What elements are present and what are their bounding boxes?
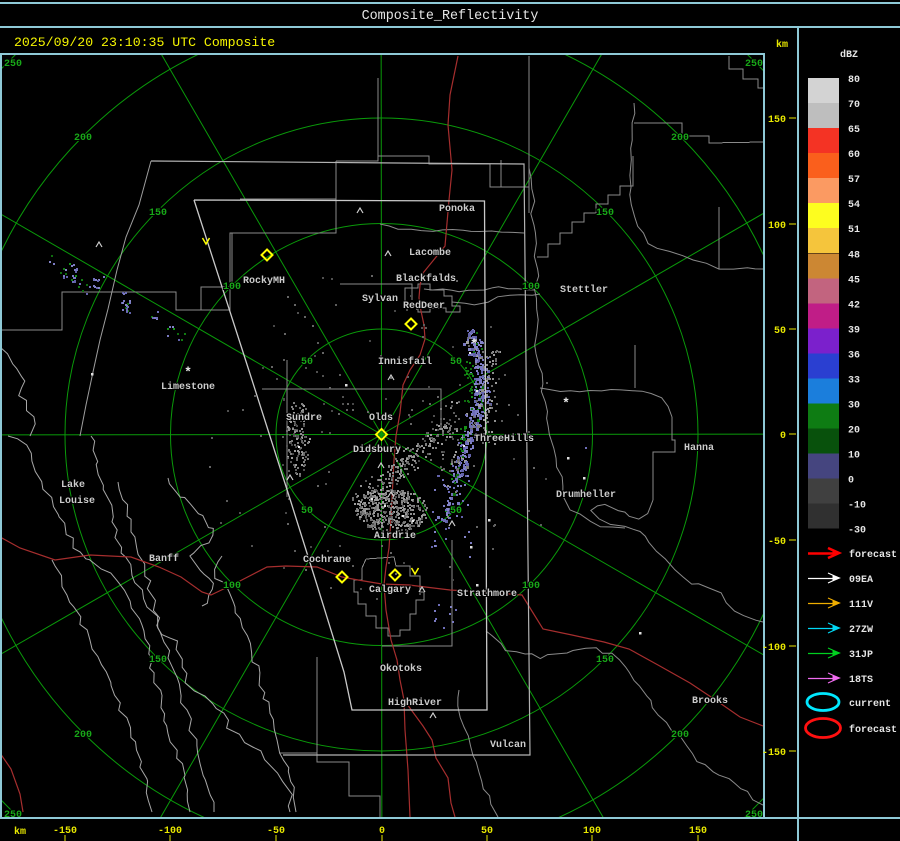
svg-text:current: current (849, 699, 891, 710)
svg-text:Banff: Banff (149, 553, 179, 565)
svg-text:km: km (14, 826, 26, 838)
svg-text:200: 200 (74, 730, 92, 741)
svg-text:km: km (776, 39, 788, 51)
svg-text:-50: -50 (768, 537, 786, 548)
svg-text:100: 100 (223, 581, 241, 592)
svg-text:100: 100 (768, 221, 786, 232)
svg-text:48: 48 (848, 250, 860, 261)
svg-text:Didsbury: Didsbury (353, 444, 401, 456)
svg-text:Calgary: Calgary (369, 584, 411, 596)
svg-text:45: 45 (848, 275, 860, 286)
svg-text:Limestone: Limestone (161, 381, 215, 393)
svg-text:-10: -10 (848, 501, 866, 512)
svg-text:Brooks: Brooks (692, 695, 728, 707)
svg-text:50: 50 (450, 506, 462, 517)
svg-text:-100: -100 (762, 643, 786, 654)
svg-text:42: 42 (848, 300, 860, 311)
svg-text:200: 200 (671, 133, 689, 144)
svg-text:*: * (184, 365, 192, 380)
svg-text:Ponoka: Ponoka (439, 203, 475, 215)
svg-text:Sylvan: Sylvan (362, 293, 398, 305)
svg-text:70: 70 (848, 100, 860, 111)
svg-text:*: * (562, 396, 570, 411)
svg-text:57: 57 (848, 175, 860, 186)
svg-text:100: 100 (223, 282, 241, 293)
svg-text:Stettler: Stettler (560, 284, 608, 296)
svg-text:200: 200 (671, 730, 689, 741)
svg-text:65: 65 (848, 125, 860, 136)
svg-text:33: 33 (848, 376, 860, 387)
svg-text:*: * (470, 337, 478, 352)
svg-text:09EA: 09EA (849, 575, 873, 586)
svg-text:Hanna: Hanna (684, 443, 714, 454)
svg-text:150: 150 (768, 115, 786, 126)
svg-text:dBZ: dBZ (840, 49, 858, 61)
svg-text:30: 30 (848, 401, 860, 412)
svg-text:100: 100 (522, 581, 540, 592)
svg-text:50: 50 (301, 506, 313, 517)
svg-text:Composite_Reflectivity: Composite_Reflectivity (362, 9, 539, 24)
svg-text:250: 250 (745, 59, 763, 70)
svg-text:111V: 111V (849, 600, 873, 611)
svg-text:20: 20 (848, 426, 860, 437)
svg-text:31JP: 31JP (849, 650, 873, 661)
svg-text:51: 51 (848, 225, 860, 236)
svg-text:Cochrane: Cochrane (303, 554, 351, 566)
svg-text:150: 150 (596, 655, 614, 666)
svg-text:54: 54 (848, 200, 860, 211)
svg-text:Innisfail: Innisfail (378, 356, 432, 368)
svg-text:60: 60 (848, 150, 860, 161)
svg-text:Olds: Olds (369, 412, 393, 424)
svg-text:-150: -150 (762, 748, 786, 759)
svg-text:Lake: Lake (61, 479, 85, 491)
svg-text:forecast: forecast (849, 549, 897, 561)
svg-text:Strathmore: Strathmore (457, 588, 517, 600)
svg-text:39: 39 (848, 325, 860, 336)
svg-text:Airdrie: Airdrie (374, 530, 416, 542)
svg-text:200: 200 (74, 133, 92, 144)
svg-text:18TS: 18TS (849, 675, 873, 686)
svg-text:100: 100 (522, 282, 540, 293)
svg-text:2025/09/20 23:10:35 UTC Compos: 2025/09/20 23:10:35 UTC Composite (14, 35, 275, 50)
svg-text:36: 36 (848, 350, 860, 361)
svg-text:50: 50 (301, 357, 313, 368)
svg-text:0: 0 (780, 431, 786, 442)
svg-text:Louise: Louise (59, 495, 95, 507)
svg-text:Sundre: Sundre (286, 412, 322, 424)
svg-text:-30: -30 (848, 526, 866, 537)
svg-text:150: 150 (149, 655, 167, 666)
svg-text:Blackfalds: Blackfalds (396, 273, 456, 285)
svg-text:27ZW: 27ZW (849, 625, 873, 636)
svg-text:0: 0 (848, 476, 854, 487)
svg-text:RedDeer: RedDeer (403, 300, 445, 312)
svg-text:150: 150 (149, 208, 167, 219)
svg-text:Vulcan: Vulcan (490, 739, 526, 751)
svg-text:150: 150 (596, 208, 614, 219)
svg-text:10: 10 (848, 451, 860, 462)
svg-text:Okotoks: Okotoks (380, 663, 422, 675)
svg-text:ThreeHills: ThreeHills (474, 433, 534, 445)
svg-text:Lacombe: Lacombe (409, 247, 451, 259)
svg-text:forecast: forecast (849, 724, 897, 736)
svg-text:Drumheller: Drumheller (556, 489, 616, 501)
svg-text:80: 80 (848, 75, 860, 86)
svg-text:RockyMH: RockyMH (243, 275, 285, 287)
svg-text:250: 250 (4, 59, 22, 70)
svg-text:50: 50 (774, 326, 786, 337)
svg-text:HighRiver: HighRiver (388, 697, 442, 709)
svg-text:50: 50 (450, 357, 462, 368)
